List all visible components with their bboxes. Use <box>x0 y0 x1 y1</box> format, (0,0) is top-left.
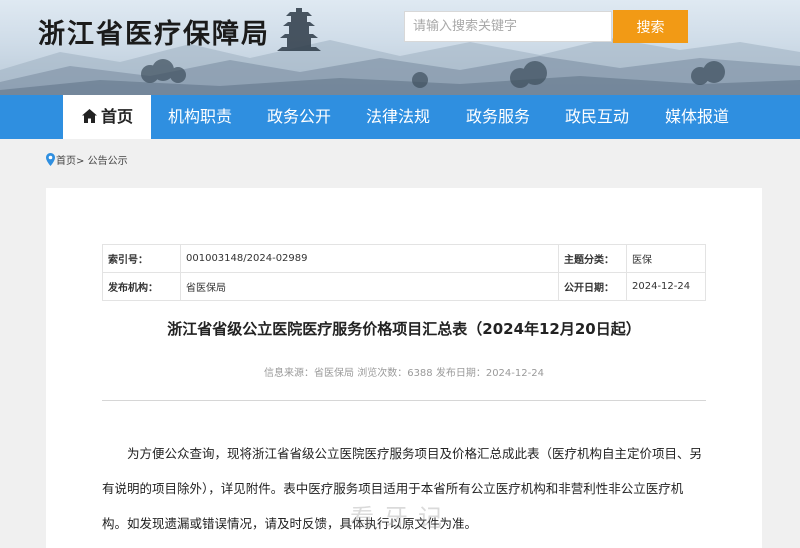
location-pin-icon <box>46 153 55 166</box>
meta-table: 索引号： 001003148/2024-02989 主题分类： 医保 发布机构：… <box>102 244 706 301</box>
breadcrumb-current[interactable]: 公告公示 <box>88 156 128 167</box>
search-input[interactable] <box>404 11 612 42</box>
nav-item-gov-affairs-open[interactable]: 政务公开 <box>259 95 339 139</box>
nav-item-label: 首页 <box>100 107 133 126</box>
index-label: 索引号： <box>102 244 181 273</box>
org-label: 发布机构： <box>102 272 181 301</box>
article-panel: 索引号： 001003148/2024-02989 主题分类： 医保 发布机构：… <box>46 188 762 548</box>
watermark: 看牙记 <box>350 504 452 532</box>
table-row: 发布机构： 省医保局 公开日期： 2024-12-24 <box>102 272 706 301</box>
main-nav: 首页 机构职责 政务公开 法律法规 政务服务 政民互动 媒体报道 <box>0 95 800 139</box>
category-value: 医保 <box>626 244 706 273</box>
date-value: 2024-12-24 <box>626 272 706 301</box>
article-info: 信息来源：省医保局 浏览次数：6388 发布日期：2024-12-24 <box>264 368 544 379</box>
divider <box>102 400 706 401</box>
nav-item-home[interactable]: 首页 <box>63 95 151 139</box>
breadcrumb-home[interactable]: 首页 <box>56 156 76 167</box>
nav-item-media[interactable]: 媒体报道 <box>657 95 737 139</box>
header-banner: 浙江省医疗保障局 搜索 <box>0 0 800 95</box>
site-title: 浙江省医疗保障局 <box>38 19 270 50</box>
breadcrumb: 首页> 公告公示 <box>46 152 128 167</box>
search-button[interactable]: 搜索 <box>613 10 688 43</box>
article-title: 浙江省省级公立医院医疗服务价格项目汇总表（2024年12月20日起） <box>167 320 641 338</box>
nav-item-laws[interactable]: 法律法规 <box>358 95 438 139</box>
home-icon <box>81 109 97 123</box>
nav-item-interaction[interactable]: 政民互动 <box>557 95 637 139</box>
nav-item-gov-services[interactable]: 政务服务 <box>458 95 538 139</box>
table-row: 索引号： 001003148/2024-02989 主题分类： 医保 <box>102 244 706 273</box>
category-label: 主题分类： <box>558 244 627 273</box>
org-value: 省医保局 <box>180 272 559 301</box>
index-value: 001003148/2024-02989 <box>180 244 559 273</box>
date-label: 公开日期： <box>558 272 627 301</box>
nav-item-responsibilities[interactable]: 机构职责 <box>160 95 240 139</box>
